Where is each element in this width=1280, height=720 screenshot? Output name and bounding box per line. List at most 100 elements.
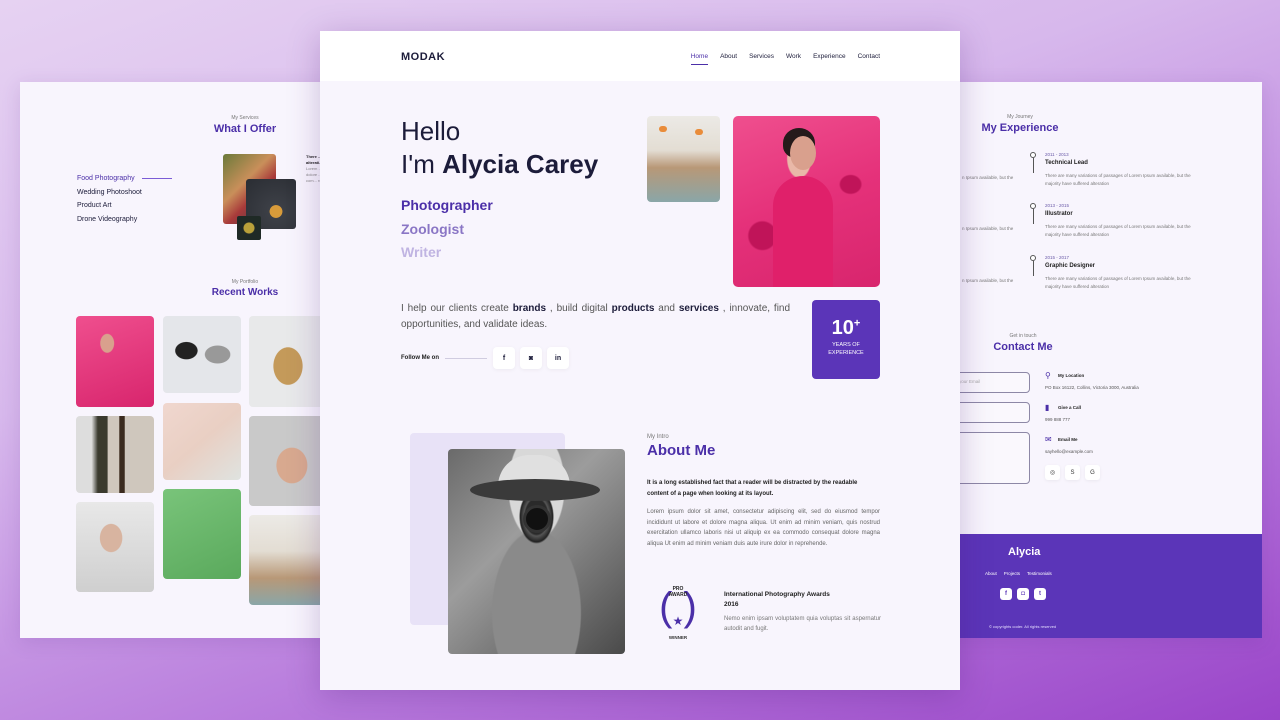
location-pin-icon: ⚲ xyxy=(1045,371,1051,380)
hero-roles: Photographer Zoologist Writer xyxy=(401,194,493,265)
footer-links: About Projects Testimonials xyxy=(985,571,1052,576)
nav-menu: Home About Services Work Experience Cont… xyxy=(690,53,880,65)
service-label: Food Photography xyxy=(77,175,135,183)
role-item: Photographer xyxy=(401,197,493,213)
bio-text: , build digital xyxy=(549,303,608,314)
award-description: Nemo enim ipsam voluptatem quia voluptas… xyxy=(724,616,881,632)
hero-image-fashion-couple xyxy=(647,116,720,202)
portrait-head xyxy=(790,136,816,170)
contact-label: Email Me xyxy=(1058,437,1078,442)
contact-value[interactable]: sayhello@example.com xyxy=(1045,449,1093,454)
timeline-date: 2015 - 2017 xyxy=(1045,255,1070,260)
badge-mid: AWARD xyxy=(668,591,688,598)
experience-title: My Experience xyxy=(981,122,1059,134)
bio-highlight: brands xyxy=(512,303,547,314)
twitter-icon[interactable]: t xyxy=(1034,588,1046,600)
role-item: Zoologist xyxy=(401,220,464,237)
nav-item-about[interactable]: About xyxy=(720,53,737,60)
instagram-icon[interactable]: ◙ xyxy=(520,347,542,369)
portfolio-item-bridal-portrait[interactable] xyxy=(76,502,154,592)
experience-label-line1: YEARS OF xyxy=(832,342,860,348)
portfolio-item-towel-portrait[interactable] xyxy=(249,416,327,506)
portrait-body xyxy=(773,176,833,287)
site-logo[interactable]: MODAK xyxy=(401,51,445,63)
bio-text: and xyxy=(658,303,675,314)
follow-label: Follow Me on xyxy=(401,355,439,361)
portfolio-item-cosmetics[interactable] xyxy=(76,416,154,493)
copyright: © copyrights coder. All rights reserved xyxy=(989,624,1057,629)
role-item: Writer xyxy=(401,244,442,260)
works-heading: My Portfolio Recent Works xyxy=(200,279,290,298)
contact-label: Give a Call xyxy=(1058,405,1082,410)
award-badge: ( ) PRO AWARD ★ WINNER xyxy=(647,584,709,644)
linkedin-icon[interactable]: in xyxy=(547,347,569,369)
about-eyebrow: My Intro xyxy=(647,434,669,440)
skype-icon[interactable]: S xyxy=(1065,465,1080,480)
follow-divider xyxy=(445,357,487,359)
timeline-title: Technical Lead xyxy=(1045,160,1088,166)
experience-number: 10 xyxy=(831,317,854,339)
services-title: What I Offer xyxy=(213,123,277,135)
experience-contact-page-preview: My Journey My Experience n Ipsum availab… xyxy=(940,82,1262,638)
nav-item-home[interactable]: Home xyxy=(690,53,709,65)
portfolio-item-sneakers[interactable] xyxy=(163,316,241,393)
facebook-icon[interactable]: f xyxy=(493,347,515,369)
service-label: Wedding Photoshoot xyxy=(77,188,142,196)
home-page-preview: MODAK Home About Services Work Experienc… xyxy=(320,31,960,690)
services-eyebrow: My Services xyxy=(231,115,259,121)
dribbble-icon[interactable]: ◎ xyxy=(1045,465,1060,480)
star-icon: ★ xyxy=(672,614,684,628)
instagram-icon[interactable]: ◘ xyxy=(1017,588,1029,600)
hat-brim xyxy=(470,479,600,501)
experience-suffix: + xyxy=(853,317,861,330)
footer-link-about[interactable]: About xyxy=(985,571,997,576)
about-title: About Me xyxy=(647,442,716,459)
hero-image-pink-portrait xyxy=(733,116,880,287)
about-lead: It is a long established fact that a rea… xyxy=(647,480,858,497)
nav-item-work[interactable]: Work xyxy=(786,53,801,60)
portfolio-item-stationery[interactable] xyxy=(163,403,241,480)
experience-left-snippet: n Ipsum available, but the xyxy=(962,278,1014,283)
portfolio-item-pink-portrait[interactable] xyxy=(76,316,154,407)
nav-item-contact[interactable]: Contact xyxy=(858,53,880,60)
service-item-product-art[interactable]: Product Art xyxy=(77,199,172,213)
active-indicator-line xyxy=(141,178,172,180)
facebook-icon[interactable]: f xyxy=(1000,588,1012,600)
service-item-drone-videography[interactable]: Drone Videography xyxy=(77,213,172,227)
footer-social-links: f ◘ t xyxy=(1000,588,1046,600)
service-item-food-photography[interactable]: Food Photography xyxy=(77,172,172,186)
service-label: Drone Videography xyxy=(77,215,138,223)
badge-winner: WINNER xyxy=(668,635,688,640)
service-item-wedding-photoshoot[interactable]: Wedding Photoshoot xyxy=(77,186,172,200)
portfolio-item-fashion-couple[interactable] xyxy=(249,515,327,605)
nav-item-experience[interactable]: Experience xyxy=(813,53,846,60)
timeline-line xyxy=(1032,261,1034,276)
timeline-title: Illustrator xyxy=(1045,211,1073,217)
footer-name: Alycia xyxy=(1008,546,1041,558)
footer-link-projects[interactable]: Projects xyxy=(1004,571,1020,576)
nav-item-services[interactable]: Services xyxy=(749,53,774,60)
award-badge-text: PRO AWARD xyxy=(647,586,709,598)
hero-intro-prefix: I'm xyxy=(401,149,435,179)
bio-highlight: products xyxy=(611,303,655,314)
services-works-page-preview: My Services What I Offer Food Photograph… xyxy=(20,82,340,638)
mail-icon: ✉ xyxy=(1045,435,1052,444)
contact-value[interactable]: 999 888 777 xyxy=(1045,417,1070,422)
google-icon[interactable]: G xyxy=(1085,465,1100,480)
phone-icon: ▮ xyxy=(1045,403,1050,412)
timeline-line xyxy=(1032,209,1034,224)
works-eyebrow: My Portfolio xyxy=(231,279,259,285)
top-navbar: MODAK Home About Services Work Experienc… xyxy=(320,31,960,81)
experience-left-snippet: n Ipsum available, but the xyxy=(962,175,1014,180)
contact-label: My Location xyxy=(1058,373,1085,378)
camera-lens xyxy=(523,505,551,533)
contact-eyebrow: Get in touch xyxy=(1009,333,1037,339)
contact-heading: Get in touch Contact Me xyxy=(988,333,1058,353)
works-title: Recent Works xyxy=(211,287,279,298)
footer-link-testimonials[interactable]: Testimonials xyxy=(1027,571,1052,576)
timeline-line xyxy=(1032,158,1034,173)
portfolio-item-coffee-bag[interactable] xyxy=(249,316,327,407)
experience-left-snippet: n Ipsum available, but the xyxy=(962,226,1014,231)
portfolio-item-aloe-mask[interactable] xyxy=(163,489,241,579)
years-experience-badge: 10+ YEARS OF EXPERIENCE xyxy=(812,300,880,379)
